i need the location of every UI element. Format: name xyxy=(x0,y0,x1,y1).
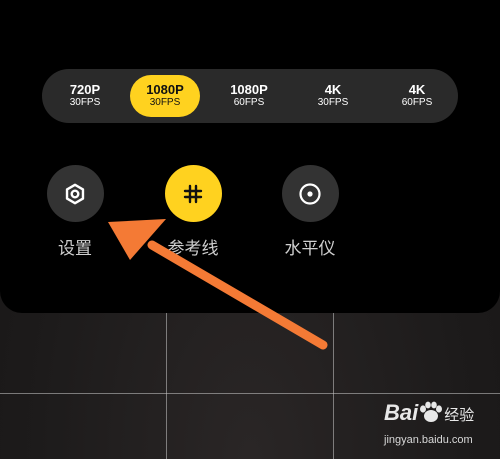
level-label: 水平仪 xyxy=(284,239,336,259)
resolution-label: 4K xyxy=(408,82,426,97)
watermark-url: jingyan.baidu.com xyxy=(384,434,473,446)
camera-settings-panel: 720P 30FPS 1080P 30FPS 1080P 60FPS 4K 30… xyxy=(0,0,500,313)
paw-icon xyxy=(420,401,443,422)
watermark-brand-left: Bai xyxy=(384,400,419,425)
grid-icon xyxy=(183,184,203,203)
resolution-option-1080p-60fps[interactable]: 1080P 60FPS xyxy=(214,75,284,117)
framerate-label: 60FPS xyxy=(233,97,265,108)
settings-label: 设置 xyxy=(58,239,92,259)
level-button[interactable]: 水平仪 xyxy=(277,165,343,259)
resolution-selector: 720P 30FPS 1080P 30FPS 1080P 60FPS 4K 30… xyxy=(42,69,458,123)
resolution-label: 1080P xyxy=(230,82,268,97)
resolution-option-4k-60fps[interactable]: 4K 60FPS xyxy=(382,75,452,117)
gridlines-label: 参考线 xyxy=(167,239,219,259)
baidu-jingyan-watermark: Bai 经验 jingyan.baidu.com xyxy=(384,398,496,454)
framerate-label: 30FPS xyxy=(69,97,101,108)
settings-button[interactable]: 设置 xyxy=(45,165,105,259)
level-icon xyxy=(299,182,321,205)
watermark-brand: Bai 经验 xyxy=(384,400,474,426)
gridlines-button[interactable]: 参考线 xyxy=(160,165,226,259)
framerate-label: 30FPS xyxy=(149,97,181,108)
gridlines-button-circle[interactable] xyxy=(164,165,222,222)
watermark-brand-right: 经验 xyxy=(444,406,475,424)
resolution-option-1080p-30fps[interactable]: 1080P 30FPS xyxy=(130,75,200,117)
level-button-circle[interactable] xyxy=(281,165,339,222)
resolution-option-4k-30fps[interactable]: 4K 30FPS xyxy=(298,75,368,117)
resolution-label: 1080P xyxy=(146,82,184,97)
framerate-label: 60FPS xyxy=(401,97,433,108)
resolution-option-720p-30fps[interactable]: 720P 30FPS xyxy=(50,75,120,117)
settings-button-circle[interactable] xyxy=(46,165,104,222)
gear-icon xyxy=(65,183,85,204)
resolution-label: 720P xyxy=(69,82,101,97)
grid-line-horizontal-1 xyxy=(0,393,500,394)
resolution-label: 4K xyxy=(324,82,342,97)
framerate-label: 30FPS xyxy=(317,97,349,108)
